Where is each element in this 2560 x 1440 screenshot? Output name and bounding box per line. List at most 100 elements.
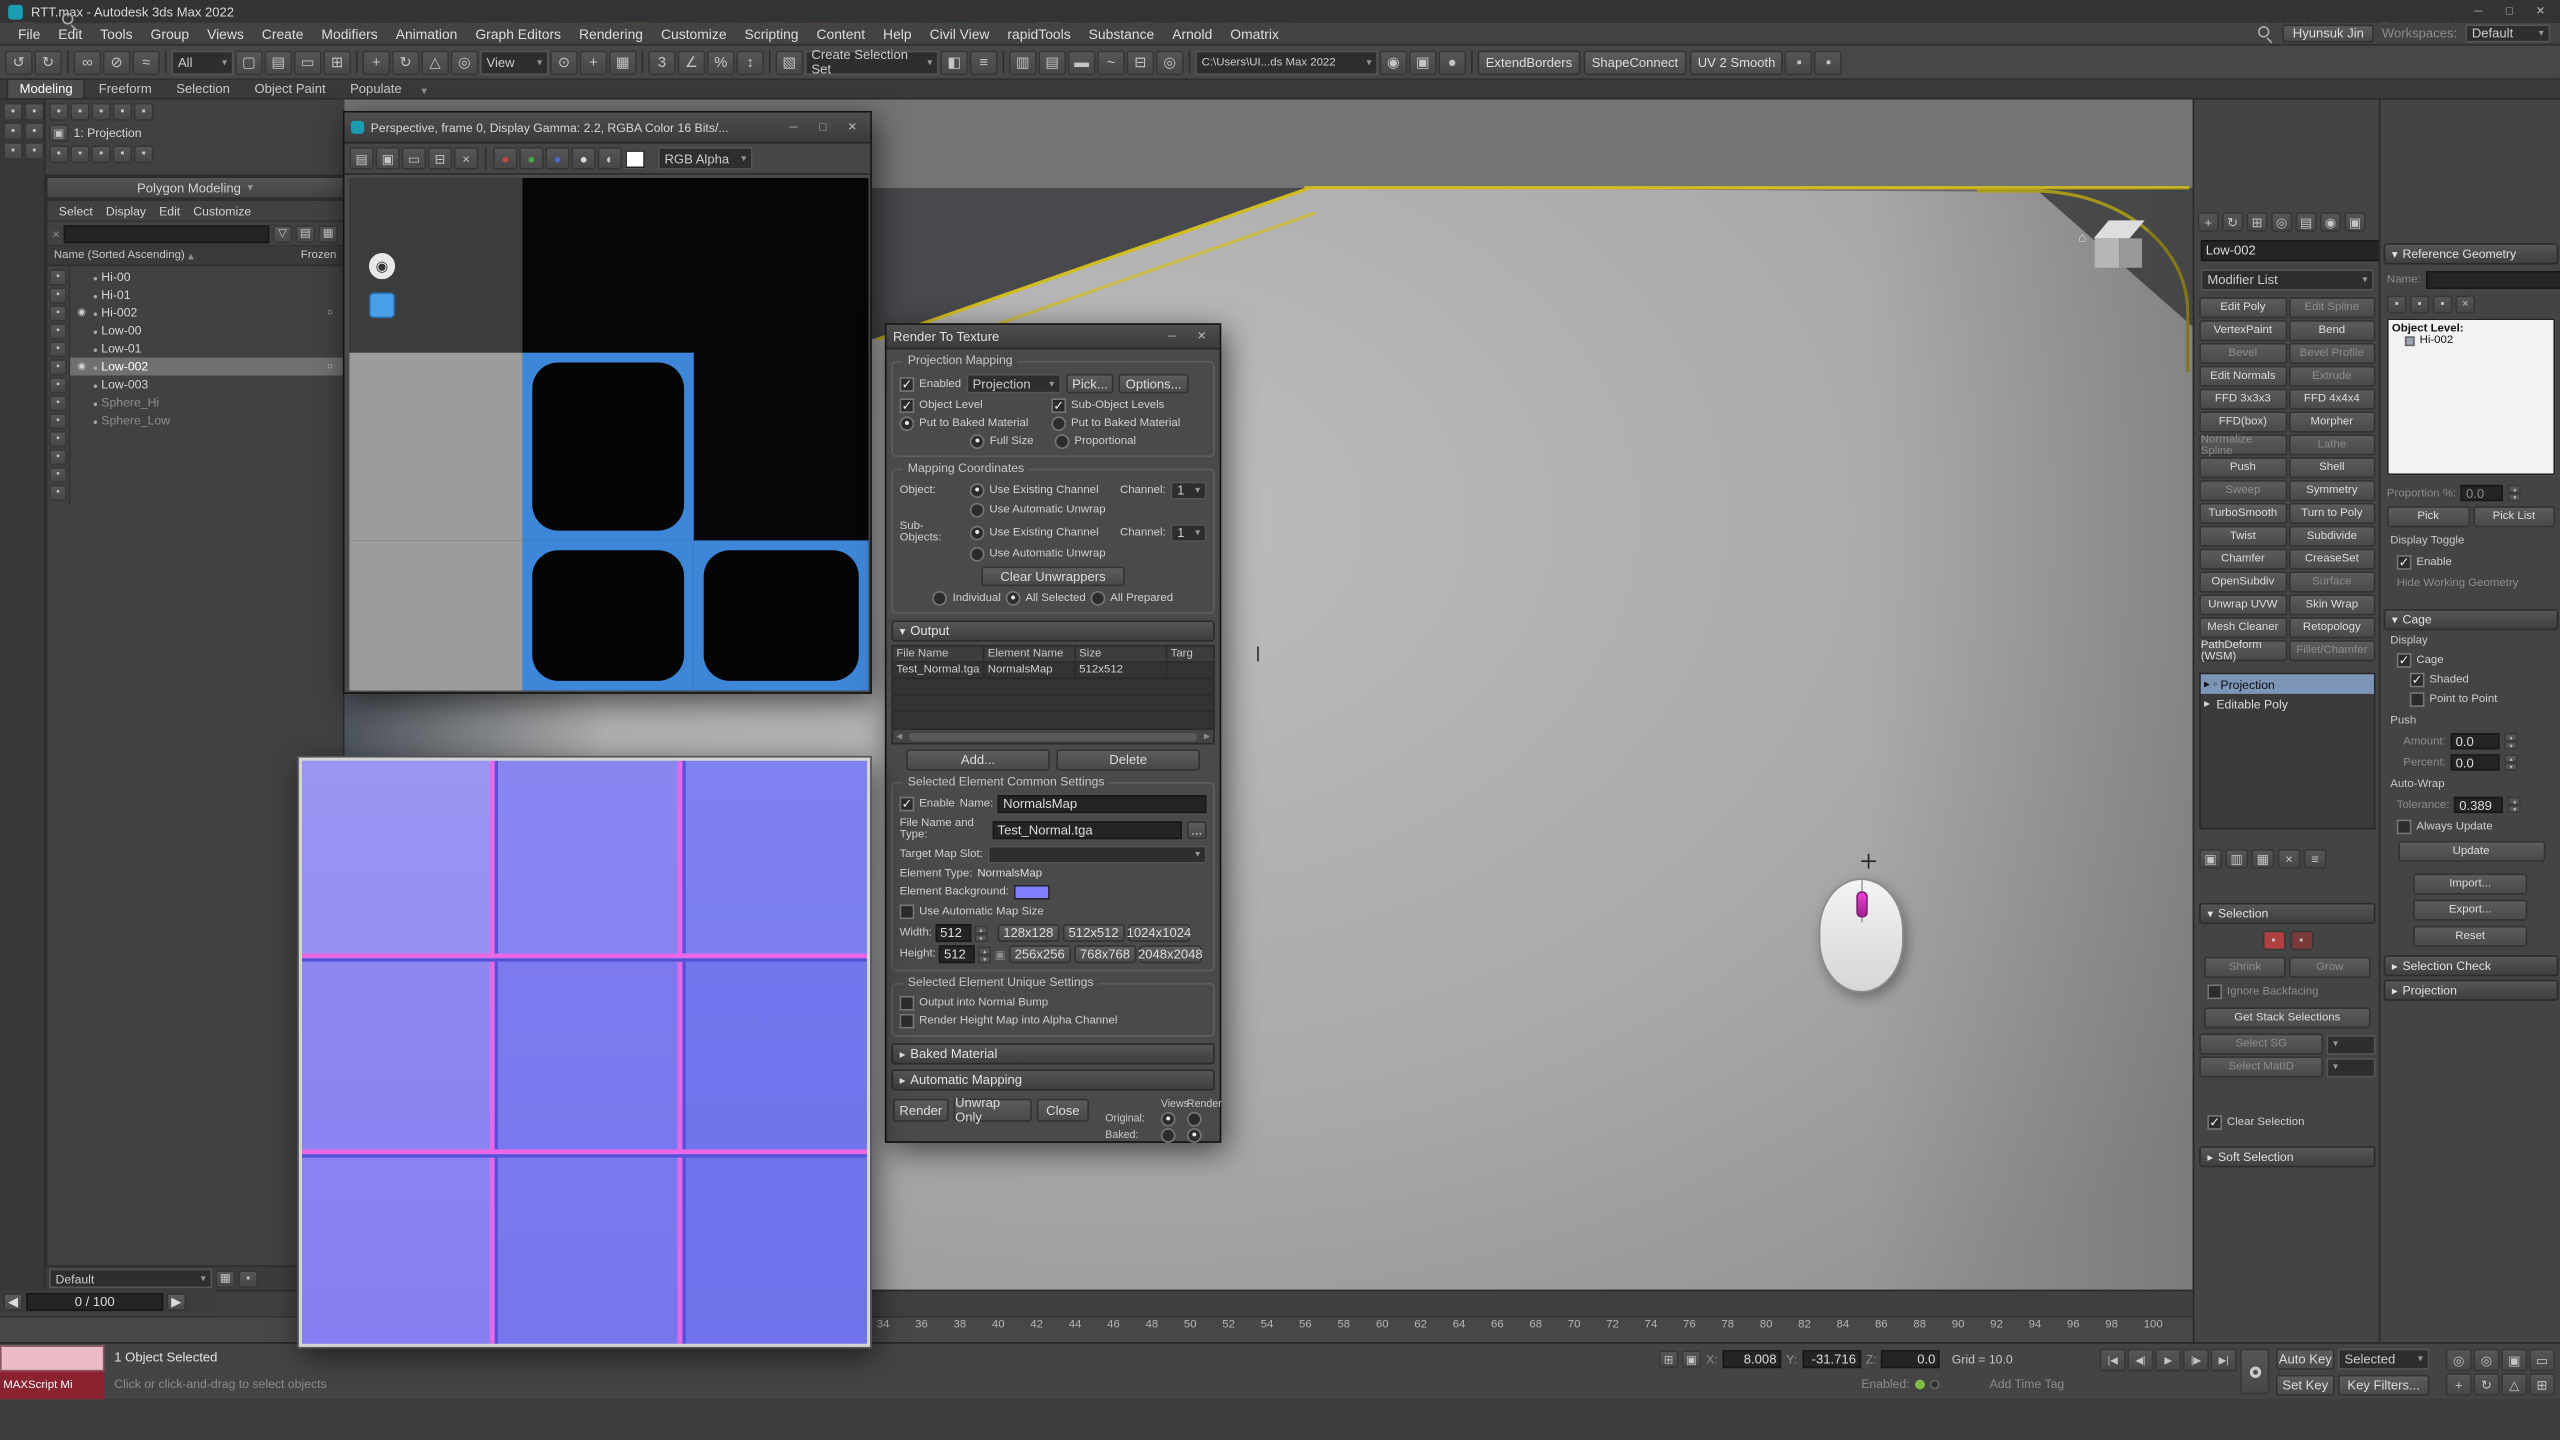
scene-explorer-row[interactable]: Low-003 [70, 376, 343, 394]
ribbon-tool-icon[interactable]: ▪ [113, 145, 133, 163]
modifier-button[interactable]: Subdivide [2288, 526, 2375, 547]
z-coordinate-field[interactable]: 0.0 [1882, 1350, 1941, 1368]
select-and-rotate-icon[interactable]: ↻ [392, 50, 420, 74]
project-path-field[interactable]: C:\Users\UI...ds Max 2022▾ [1195, 50, 1378, 74]
green-channel-icon[interactable]: ● [519, 147, 543, 170]
menu-item[interactable]: Civil View [921, 24, 997, 44]
automatic-mapping-rollout[interactable]: ▸Automatic Mapping [891, 1069, 1214, 1090]
render-baked-radio[interactable]: • [1187, 1128, 1202, 1143]
scene-explorer-menu[interactable]: Display [101, 203, 151, 218]
lock-aspect-icon[interactable]: ▣ [995, 948, 1006, 961]
ribbon-tool-icon[interactable]: ▪ [49, 103, 69, 121]
all-selected-radio[interactable]: • [1006, 591, 1021, 606]
element-enable-checkbox[interactable]: ✓ [900, 797, 915, 812]
point-to-point-checkbox[interactable] [2410, 692, 2425, 707]
update-button[interactable]: Update [2398, 841, 2545, 862]
align-icon[interactable]: ≡ [970, 50, 998, 74]
output-delete-button[interactable]: Delete [1056, 749, 1200, 770]
push-percent-spinner[interactable]: ▴▾ [2505, 754, 2518, 770]
select-and-scale-icon[interactable]: △ [421, 50, 449, 74]
modifier-button[interactable]: Bevel Profile [2288, 343, 2375, 364]
modifier-list-dropdown[interactable]: Modifier List▾ [2201, 269, 2374, 290]
output-size[interactable]: 512x512 [1076, 663, 1167, 678]
select-link-icon[interactable]: ∞ [73, 50, 101, 74]
rfw-minimize-button[interactable]: ─ [782, 118, 805, 136]
menu-item[interactable]: Modifiers [313, 24, 386, 44]
show-end-result-icon[interactable]: ▥ [2225, 849, 2248, 869]
menu-item[interactable]: Arnold [1164, 24, 1220, 44]
render-original-radio[interactable] [1187, 1112, 1202, 1127]
individual-radio[interactable] [933, 591, 948, 606]
clear-image-icon[interactable]: × [454, 147, 478, 170]
selection-set-dropdown[interactable]: Create Selection Set▾ [805, 50, 939, 74]
print-image-icon[interactable]: ▭ [402, 147, 426, 170]
output-scroll-right[interactable]: ▸ [1201, 730, 1213, 743]
menu-item[interactable]: Omatrix [1222, 24, 1287, 44]
scene-explorer-menu[interactable]: Select [54, 203, 98, 218]
selection-filter-dropdown[interactable]: All▾ [171, 50, 233, 74]
ribbon-tab[interactable]: Populate [339, 80, 413, 98]
views-original-radio[interactable]: • [1161, 1112, 1176, 1127]
motion-tab-icon[interactable]: ◎ [2271, 212, 2292, 232]
push-amount-spinner[interactable]: ▴▾ [2505, 733, 2518, 749]
modifier-button[interactable]: Lathe [2288, 434, 2375, 455]
height-alpha-checkbox[interactable] [900, 1014, 915, 1029]
rfw-close-button[interactable]: ✕ [841, 118, 864, 136]
utilities-tab-icon[interactable]: ◉ [2320, 212, 2341, 232]
remove-modifier-icon[interactable]: × [2278, 849, 2301, 869]
proportional-radio[interactable] [1055, 434, 1070, 449]
explorer-grid-icon[interactable]: ▦ [216, 1269, 236, 1287]
cage-checkbox[interactable]: ✓ [2397, 653, 2412, 668]
clear-unwrappers-button[interactable]: Clear Unwrappers [981, 567, 1125, 587]
all-prepared-radio[interactable] [1091, 591, 1106, 606]
angle-snap-icon[interactable]: ∠ [678, 50, 706, 74]
ribbon-tool-icon[interactable]: ▪ [113, 103, 133, 121]
viewcube-home-icon[interactable]: ⌂ [2078, 230, 2086, 245]
ribbon-tool-icon[interactable]: ▪ [70, 145, 90, 163]
modifier-button[interactable]: Push [2199, 457, 2286, 478]
set-key-button[interactable]: Set Key [2276, 1375, 2335, 1396]
output-scroll-left[interactable]: ◂ [893, 730, 905, 743]
object-use-existing-radio[interactable]: • [970, 483, 985, 498]
pm-options-button[interactable]: Options... [1119, 374, 1188, 394]
push-amount-field[interactable]: 0.0 [2451, 733, 2500, 749]
maximize-viewport-icon[interactable]: ⊞ [2529, 1373, 2555, 1396]
selection-check-rollout-header[interactable]: ▸Selection Check [2384, 955, 2559, 976]
display-shapes-icon[interactable]: ▪ [49, 305, 67, 321]
select-by-name-icon[interactable]: ▤ [264, 50, 292, 74]
snap-extra-icon[interactable]: ▪ [1815, 50, 1843, 74]
toolbar-text-button[interactable]: ShapeConnect [1584, 50, 1687, 74]
select-and-place-icon[interactable]: ◎ [451, 50, 479, 74]
modifier-button[interactable]: Skin Wrap [2288, 594, 2375, 615]
views-baked-radio[interactable] [1161, 1128, 1176, 1143]
element-name-field[interactable] [998, 795, 1206, 813]
display-helpers-icon[interactable]: ▪ [49, 359, 67, 375]
modifier-button[interactable]: Sweep [2199, 480, 2286, 501]
y-coordinate-field[interactable]: -31.716 [1802, 1350, 1861, 1368]
scene-explorer-row[interactable]: Hi-01 [70, 286, 343, 304]
output-column-header[interactable]: Targ [1167, 647, 1258, 662]
display-tab-icon[interactable]: ▤ [2296, 212, 2317, 232]
modifier-button[interactable]: Twist [2199, 526, 2286, 547]
sg-spinner[interactable]: ▾ [2327, 1034, 2376, 1054]
filter-funnel-icon[interactable]: ▽ [273, 224, 293, 242]
rtt-close-button[interactable]: ✕ [1190, 327, 1213, 345]
go-to-start-icon[interactable]: |◀ [2100, 1349, 2126, 1372]
scene-explorer-row[interactable]: ◉ Hi-002 ○ [70, 304, 343, 322]
modifier-button[interactable]: Symmetry [2288, 480, 2375, 501]
map-size-button[interactable]: 2048x2048 [1139, 945, 1201, 963]
put-baked-left-radio[interactable]: • [900, 416, 915, 431]
ribbon-tab[interactable]: Selection [165, 80, 242, 98]
export-button[interactable]: Export... [2413, 900, 2527, 921]
auto-map-size-checkbox[interactable] [900, 904, 915, 919]
display-all-icon[interactable]: ▪ [49, 269, 67, 285]
name-column-header[interactable]: Name (Sorted Ascending) [54, 250, 185, 261]
edit-named-selection-sets-icon[interactable]: ▧ [776, 50, 804, 74]
curve-editor-icon[interactable]: ~ [1097, 50, 1125, 74]
menu-item[interactable]: Tools [92, 24, 141, 44]
visibility-eye-icon[interactable]: ◉ [73, 307, 89, 318]
modifier-button[interactable]: FFD 3x3x3 [2199, 389, 2286, 410]
reference-geometry-list[interactable]: Object Level: Hi-002 [2387, 318, 2555, 475]
height-spinner[interactable]: ▴▾ [978, 946, 991, 962]
modifier-button[interactable]: Extrude [2288, 366, 2375, 387]
